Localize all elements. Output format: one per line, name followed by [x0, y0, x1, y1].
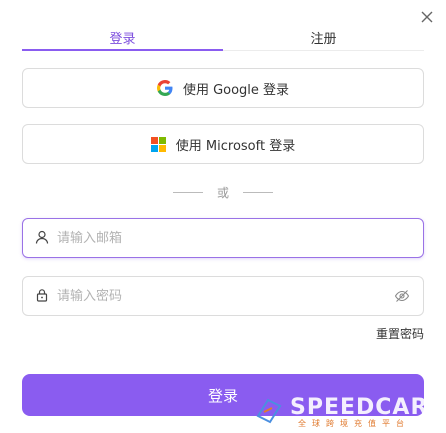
microsoft-icon [150, 136, 166, 152]
microsoft-login-button[interactable]: 使用 Microsoft 登录 [22, 124, 424, 164]
google-icon [156, 80, 173, 96]
user-icon [35, 229, 49, 248]
auth-tabs: 登录 注册 [22, 24, 424, 54]
login-submit-button[interactable]: 登录 [22, 374, 424, 416]
tab-active-indicator [22, 49, 223, 51]
password-input[interactable] [55, 280, 393, 312]
tab-login[interactable]: 登录 [22, 24, 223, 50]
divider-line-left [172, 191, 203, 193]
tab-register[interactable]: 注册 [223, 24, 424, 50]
lock-icon [35, 287, 49, 306]
google-login-label: 使用 Google 登录 [182, 82, 290, 98]
email-input[interactable] [55, 222, 423, 254]
watermark-tagline: 全球跨境充值平台 [298, 419, 410, 428]
email-field [22, 218, 424, 258]
google-login-button[interactable]: 使用 Google 登录 [22, 68, 424, 108]
password-field [22, 276, 424, 316]
divider-text: 或 [216, 185, 229, 200]
divider-line-right [243, 191, 273, 193]
microsoft-login-label: 使用 Microsoft 登录 [175, 138, 296, 154]
eye-off-icon[interactable] [393, 287, 411, 305]
reset-password-link[interactable]: 重置密码 [376, 325, 424, 342]
or-divider: 或 [0, 182, 446, 202]
